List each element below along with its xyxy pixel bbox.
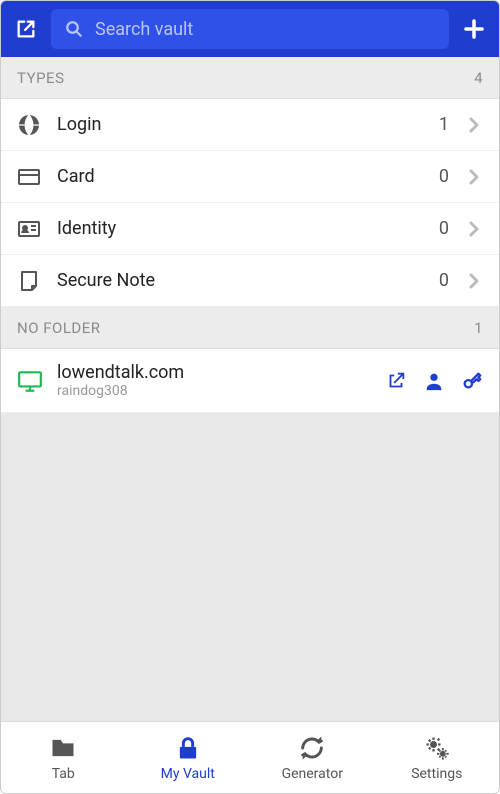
plus-icon — [462, 17, 486, 41]
type-label: Secure Note — [57, 270, 423, 291]
globe-icon — [17, 113, 41, 137]
types-count: 4 — [474, 69, 483, 87]
type-count: 0 — [439, 166, 449, 187]
chevron-right-icon — [465, 272, 483, 290]
type-row-card[interactable]: Card 0 — [1, 151, 499, 203]
type-count: 0 — [439, 218, 449, 239]
content-spacer — [1, 413, 499, 721]
note-icon — [17, 269, 41, 293]
popout-button[interactable] — [13, 16, 39, 42]
tab-bar: Tab My Vault Generator Settings — [1, 721, 499, 793]
vault-item-title: lowendtalk.com — [57, 362, 371, 383]
gears-icon — [423, 734, 451, 762]
type-label: Identity — [57, 218, 423, 239]
vault-item-text: lowendtalk.com raindog308 — [57, 362, 371, 399]
tab-label: Tab — [52, 766, 75, 782]
vault-item-subtitle: raindog308 — [57, 383, 371, 399]
vault-item[interactable]: lowendtalk.com raindog308 — [1, 349, 499, 413]
type-row-identity[interactable]: Identity 0 — [1, 203, 499, 255]
launch-icon[interactable] — [385, 370, 407, 392]
monitor-icon — [17, 368, 43, 394]
chevron-right-icon — [465, 116, 483, 134]
search-input[interactable] — [95, 19, 435, 40]
nofolder-header: NO FOLDER 1 — [1, 307, 499, 349]
search-icon — [65, 20, 83, 38]
nofolder-title: NO FOLDER — [17, 319, 101, 337]
tab-label: Generator — [282, 766, 343, 782]
app-root: TYPES 4 Login 1 Card 0 Identity 0 Secure… — [0, 0, 500, 794]
types-list: Login 1 Card 0 Identity 0 Secure Note 0 — [1, 99, 499, 307]
nofolder-count: 1 — [474, 319, 483, 337]
type-label: Login — [57, 114, 423, 135]
type-row-note[interactable]: Secure Note 0 — [1, 255, 499, 307]
type-count: 1 — [439, 114, 449, 135]
key-icon[interactable] — [461, 370, 483, 392]
tab-settings[interactable]: Settings — [375, 722, 500, 793]
vault-item-actions — [385, 370, 483, 392]
chevron-right-icon — [465, 168, 483, 186]
types-title: TYPES — [17, 69, 64, 87]
types-header: TYPES 4 — [1, 57, 499, 99]
popout-icon — [15, 18, 37, 40]
type-label: Card — [57, 166, 423, 187]
identity-icon — [17, 217, 41, 241]
user-icon[interactable] — [423, 370, 445, 392]
lock-icon — [174, 734, 202, 762]
refresh-icon — [298, 734, 326, 762]
add-button[interactable] — [461, 16, 487, 42]
tab-generator[interactable]: Generator — [250, 722, 375, 793]
folder-icon — [49, 734, 77, 762]
type-row-login[interactable]: Login 1 — [1, 99, 499, 151]
card-icon — [17, 165, 41, 189]
type-count: 0 — [439, 270, 449, 291]
tab-label: Settings — [411, 766, 462, 782]
chevron-right-icon — [465, 220, 483, 238]
search-box[interactable] — [51, 9, 449, 49]
tab-label: My Vault — [161, 766, 215, 782]
tab-myvault[interactable]: My Vault — [126, 722, 251, 793]
tab-tab[interactable]: Tab — [1, 722, 126, 793]
header — [1, 1, 499, 57]
